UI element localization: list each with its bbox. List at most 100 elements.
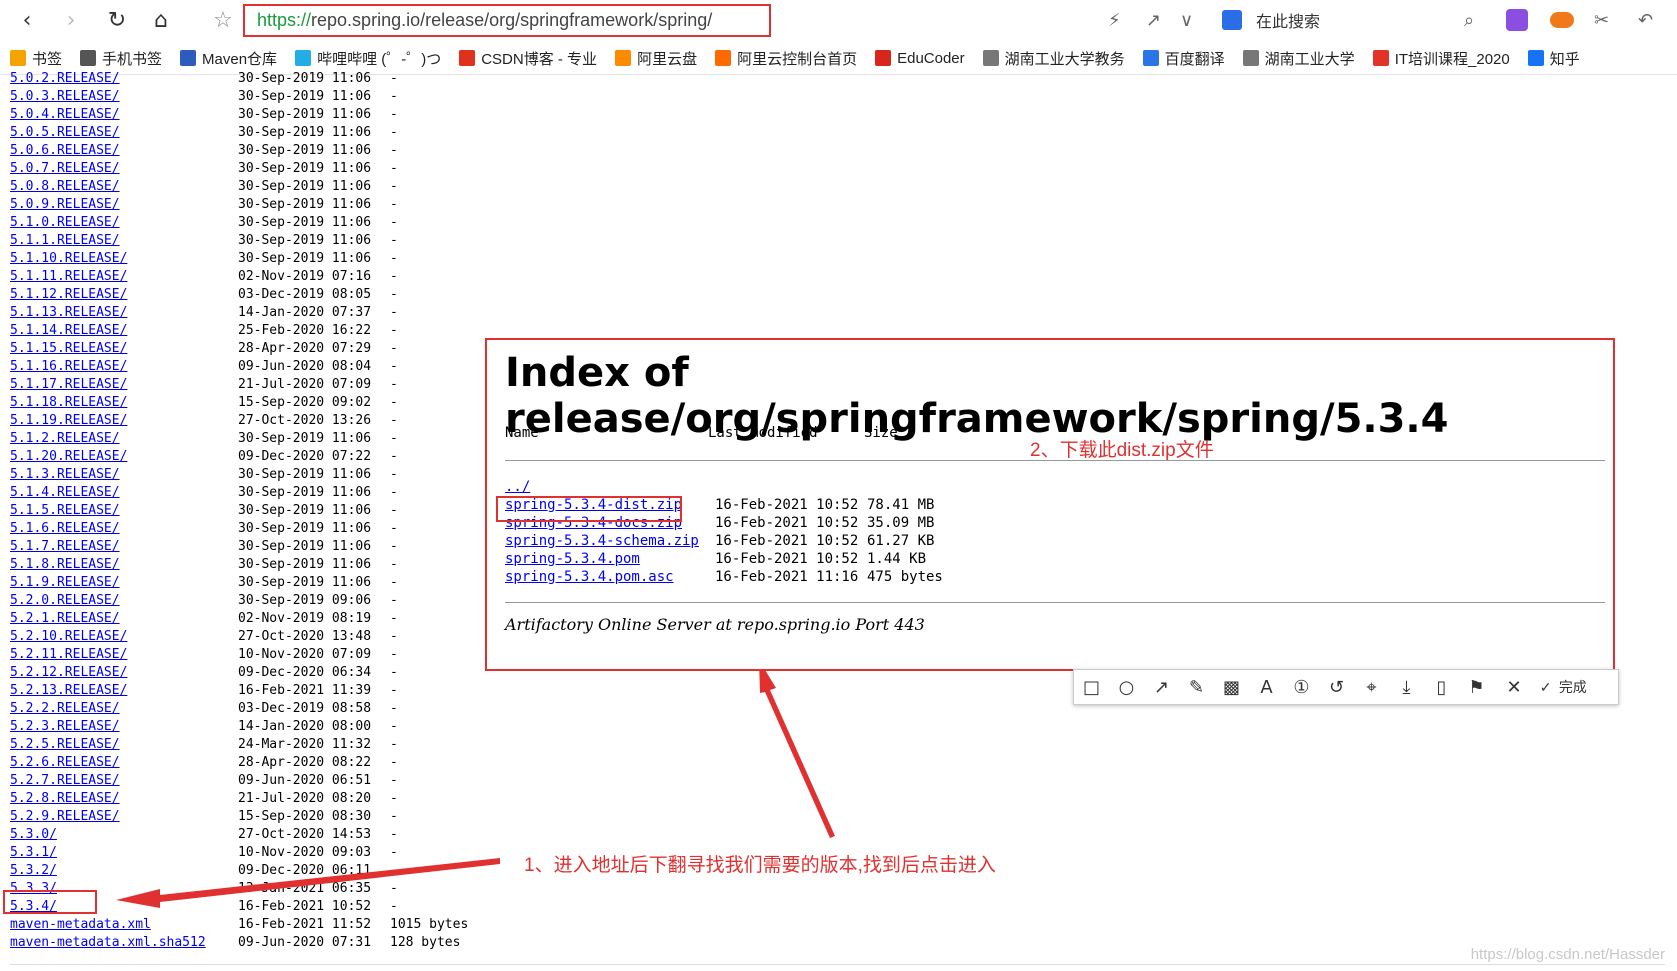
listing-link[interactable]: 5.2.2.RELEASE/ [10, 700, 120, 718]
listing-link[interactable]: 5.2.3.RELEASE/ [10, 718, 120, 736]
reload-icon[interactable]: ↻ [102, 6, 132, 34]
circle-icon[interactable]: ○ [1109, 677, 1144, 698]
bookmark-icon[interactable]: ⚑ [1459, 677, 1494, 698]
listing-link[interactable]: 5.1.5.RELEASE/ [10, 502, 120, 520]
listing-link[interactable]: 5.1.0.RELEASE/ [10, 214, 120, 232]
listing-link[interactable]: 5.1.11.RELEASE/ [10, 268, 127, 286]
scissors-icon[interactable]: ✂ [1594, 6, 1609, 34]
text-icon[interactable]: A [1249, 677, 1284, 698]
highlight-box-version [3, 890, 97, 914]
gamepad-icon[interactable] [1550, 6, 1574, 34]
listing-link[interactable]: 5.1.16.RELEASE/ [10, 358, 127, 376]
listing-link[interactable]: 5.1.9.RELEASE/ [10, 574, 120, 592]
listing-link[interactable]: 5.2.11.RELEASE/ [10, 646, 127, 664]
listing-size: - [390, 125, 398, 140]
bookmark-item[interactable]: IT培训课程_2020 [1372, 48, 1510, 69]
listing-link[interactable]: 5.2.7.RELEASE/ [10, 772, 120, 790]
close-icon[interactable]: ✕ [1494, 677, 1534, 698]
bookmark-item[interactable]: 阿里云控制台首页 [715, 48, 857, 69]
listing-link[interactable]: 5.1.4.RELEASE/ [10, 484, 120, 502]
listing-link[interactable]: 5.1.3.RELEASE/ [10, 466, 120, 484]
file-link[interactable]: spring-5.3.4.pom [505, 550, 640, 568]
rectangle-icon[interactable]: □ [1074, 677, 1109, 698]
file-link[interactable]: spring-5.3.4-schema.zip [505, 532, 699, 550]
ocr-icon[interactable]: ⌖ [1354, 677, 1389, 698]
search-input[interactable]: 在此搜索 [1256, 8, 1320, 32]
bookmark-item[interactable]: 哔哩哔哩 (゜-゜)つ [295, 48, 441, 69]
undo-icon[interactable]: ↺ [1319, 677, 1354, 698]
listing-link[interactable]: 5.3.2/ [10, 862, 57, 880]
search-icon[interactable]: ⌕ [1464, 6, 1474, 34]
listing-link[interactable]: 5.2.1.RELEASE/ [10, 610, 120, 628]
pin-icon[interactable]: ▯ [1424, 677, 1459, 698]
listing-link[interactable]: 5.2.0.RELEASE/ [10, 592, 120, 610]
listing-link[interactable]: 5.2.9.RELEASE/ [10, 808, 120, 826]
listing-link[interactable]: 5.0.8.RELEASE/ [10, 178, 120, 196]
listing-link[interactable]: 5.2.12.RELEASE/ [10, 664, 127, 682]
done-button[interactable]: ✓ 完成 [1534, 677, 1596, 697]
listing-link[interactable]: 5.1.18.RELEASE/ [10, 394, 127, 412]
bookmark-item[interactable]: 阿里云盘 [615, 48, 697, 69]
listing-link[interactable]: 5.2.5.RELEASE/ [10, 736, 120, 754]
listing-link[interactable]: 5.1.20.RELEASE/ [10, 448, 127, 466]
mosaic-icon[interactable]: ▩ [1214, 677, 1249, 698]
listing-date: 30-Sep-2019 11:06 [238, 575, 372, 590]
parent-dir-link[interactable]: ../ [505, 478, 530, 496]
pencil-icon[interactable]: ✎ [1179, 677, 1214, 698]
listing-link[interactable]: 5.0.6.RELEASE/ [10, 142, 120, 160]
search-box[interactable]: 在此搜索 [1222, 6, 1482, 34]
listing-link[interactable]: 5.0.2.RELEASE/ [10, 70, 120, 88]
listing-link[interactable]: 5.3.0/ [10, 826, 57, 844]
listing-link[interactable]: 5.0.9.RELEASE/ [10, 196, 120, 214]
listing-link[interactable]: maven-metadata.xml [10, 916, 151, 934]
bookmark-item[interactable]: 知乎 [1527, 48, 1580, 69]
listing-link[interactable]: 5.0.3.RELEASE/ [10, 88, 120, 106]
download-icon[interactable]: ⤓ [1389, 677, 1424, 698]
search-engine-icon[interactable] [1222, 10, 1242, 30]
listing-link[interactable]: 5.1.19.RELEASE/ [10, 412, 127, 430]
listing-link[interactable]: 5.2.10.RELEASE/ [10, 628, 127, 646]
listing-link[interactable]: 5.1.10.RELEASE/ [10, 250, 127, 268]
bookmark-item[interactable]: 湖南工业大学 [1242, 48, 1355, 69]
bookmark-item[interactable]: 百度翻译 [1142, 48, 1225, 69]
listing-link[interactable]: 5.1.6.RELEASE/ [10, 520, 120, 538]
arrow-icon[interactable]: ↗ [1144, 677, 1179, 698]
listing-link[interactable]: 5.1.7.RELEASE/ [10, 538, 120, 556]
listing-link[interactable]: 5.1.17.RELEASE/ [10, 376, 127, 394]
listing-date: 30-Sep-2019 11:06 [238, 233, 372, 248]
listing-link[interactable]: 5.1.13.RELEASE/ [10, 304, 127, 322]
undo-icon[interactable]: ↶ [1638, 6, 1653, 34]
bookmark-item[interactable]: 手机书签 [80, 48, 162, 69]
listing-link[interactable]: 5.1.12.RELEASE/ [10, 286, 127, 304]
listing-link[interactable]: 5.0.7.RELEASE/ [10, 160, 120, 178]
bookmark-item[interactable]: Maven仓库 [180, 48, 277, 69]
listing-link[interactable]: 5.1.15.RELEASE/ [10, 340, 127, 358]
lightning-icon[interactable]: ⚡ [1108, 6, 1121, 34]
bookmark-item[interactable]: EduCoder [875, 50, 965, 67]
listing-link[interactable]: 5.1.1.RELEASE/ [10, 232, 120, 250]
bookmark-item[interactable]: CSDN博客 - 专业 [459, 48, 597, 69]
listing-link[interactable]: 5.0.4.RELEASE/ [10, 106, 120, 124]
back-icon[interactable]: ‹ [12, 6, 42, 34]
listing-link[interactable]: 5.2.6.RELEASE/ [10, 754, 120, 772]
listing-link[interactable]: 5.1.2.RELEASE/ [10, 430, 120, 448]
listing-size: - [390, 395, 398, 410]
bookmark-item[interactable]: 湖南工业大学教务 [982, 48, 1125, 69]
number-icon[interactable]: ① [1284, 677, 1319, 698]
listing-link[interactable]: 5.1.8.RELEASE/ [10, 556, 120, 574]
forward-icon[interactable]: › [56, 6, 86, 34]
listing-link[interactable]: 5.3.1/ [10, 844, 57, 862]
bookmark-item[interactable]: 书签 [10, 48, 62, 69]
listing-link[interactable]: maven-metadata.xml.sha512 [10, 934, 206, 952]
chevron-down-icon[interactable]: ∨ [1180, 6, 1193, 34]
translate-icon[interactable] [1506, 6, 1528, 34]
listing-link[interactable]: 5.1.14.RELEASE/ [10, 322, 127, 340]
star-icon[interactable]: ☆ [208, 6, 238, 34]
home-icon[interactable]: ⌂ [146, 6, 176, 34]
listing-link[interactable]: 5.2.8.RELEASE/ [10, 790, 120, 808]
share-icon[interactable]: ↗ [1146, 6, 1161, 34]
file-link[interactable]: spring-5.3.4.pom.asc [505, 568, 674, 586]
listing-link[interactable]: 5.2.13.RELEASE/ [10, 682, 127, 700]
listing-link[interactable]: 5.0.5.RELEASE/ [10, 124, 120, 142]
address-bar[interactable]: https://repo.spring.io/release/org/sprin… [243, 4, 771, 37]
